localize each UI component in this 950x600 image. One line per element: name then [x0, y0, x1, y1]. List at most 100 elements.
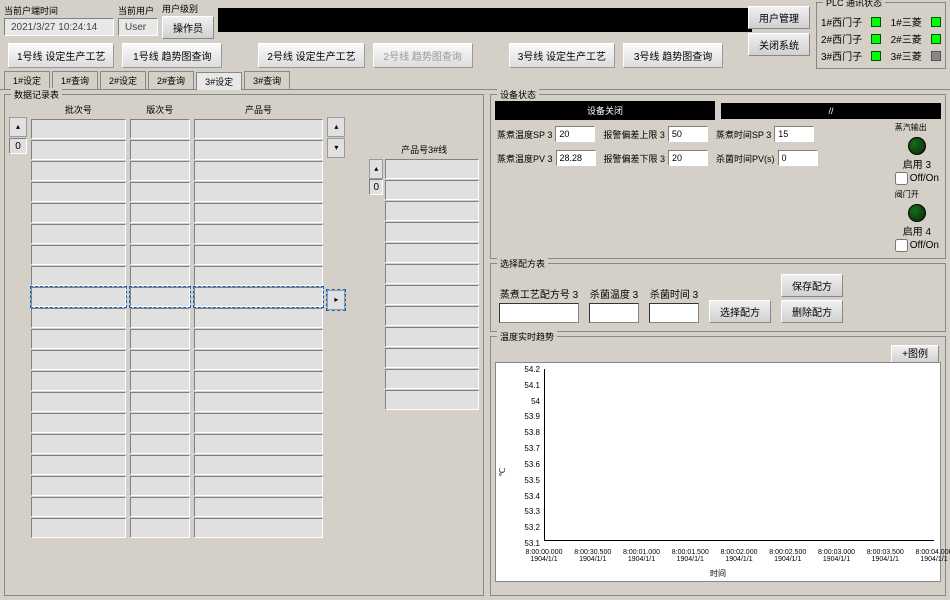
sub-index[interactable]: [369, 179, 383, 195]
table-cell[interactable]: [130, 287, 190, 307]
table-cell[interactable]: [194, 497, 324, 517]
table-cell[interactable]: [130, 371, 190, 391]
table-cell[interactable]: [194, 140, 324, 160]
sub-up[interactable]: ▴: [369, 159, 383, 179]
table-cell[interactable]: [385, 159, 479, 179]
table-cell[interactable]: [194, 350, 324, 370]
table-cell[interactable]: [385, 201, 479, 221]
table-cell[interactable]: [130, 245, 190, 265]
led-4-toggle[interactable]: Off/On: [895, 239, 939, 252]
table-cell[interactable]: [31, 329, 126, 349]
table-cell[interactable]: [31, 392, 126, 412]
table-cell[interactable]: [130, 455, 190, 475]
table-cell[interactable]: [130, 161, 190, 181]
param-input[interactable]: [556, 150, 596, 166]
table-cell[interactable]: [130, 140, 190, 160]
table-cell[interactable]: [385, 348, 479, 368]
table-cell[interactable]: [31, 518, 126, 538]
table-cell[interactable]: [130, 182, 190, 202]
table-cell[interactable]: [31, 119, 126, 139]
table-cell[interactable]: [130, 203, 190, 223]
col3-sel[interactable]: ▸: [327, 290, 345, 310]
nav-line1-set[interactable]: 1号线 设定生产工艺: [8, 43, 114, 68]
table-cell[interactable]: [31, 245, 126, 265]
table-cell[interactable]: [385, 264, 479, 284]
nav-line2-trend[interactable]: 2号线 趋势图查询: [373, 43, 473, 68]
delete-recipe-button[interactable]: 删除配方: [781, 300, 843, 323]
table-cell[interactable]: [194, 308, 324, 328]
table-cell[interactable]: [31, 287, 126, 307]
table-cell[interactable]: [194, 182, 324, 202]
user-mgmt-button[interactable]: 用户管理: [748, 6, 810, 29]
table-cell[interactable]: [130, 308, 190, 328]
recipe-input-2[interactable]: [589, 303, 639, 323]
table-cell[interactable]: [194, 119, 324, 139]
param-input[interactable]: [778, 150, 818, 166]
table-cell[interactable]: [31, 161, 126, 181]
tab-2-set[interactable]: 2#设定: [100, 71, 146, 89]
param-input[interactable]: [668, 126, 708, 142]
table-cell[interactable]: [31, 434, 126, 454]
table-cell[interactable]: [385, 390, 479, 410]
table-cell[interactable]: [385, 285, 479, 305]
table-cell[interactable]: [385, 243, 479, 263]
nav-line3-set[interactable]: 3号线 设定生产工艺: [509, 43, 615, 68]
table-cell[interactable]: [130, 518, 190, 538]
checkbox-4[interactable]: [895, 239, 908, 252]
table-cell[interactable]: [194, 413, 324, 433]
table-cell[interactable]: [31, 266, 126, 286]
index-up[interactable]: ▴: [9, 117, 27, 137]
select-recipe-button[interactable]: 选择配方: [709, 300, 771, 323]
nav-line1-trend[interactable]: 1号线 趋势图查询: [122, 43, 222, 68]
tab-3-query[interactable]: 3#查询: [244, 71, 290, 89]
nav-line3-trend[interactable]: 3号线 趋势图查询: [623, 43, 723, 68]
nav-line2-set[interactable]: 2号线 设定生产工艺: [258, 43, 364, 68]
param-input[interactable]: [774, 126, 814, 142]
table-cell[interactable]: [194, 434, 324, 454]
recipe-input-1[interactable]: [499, 303, 579, 323]
table-cell[interactable]: [194, 266, 324, 286]
table-cell[interactable]: [130, 476, 190, 496]
table-cell[interactable]: [31, 476, 126, 496]
table-cell[interactable]: [194, 161, 324, 181]
table-cell[interactable]: [194, 476, 324, 496]
param-input[interactable]: [555, 126, 595, 142]
table-cell[interactable]: [385, 180, 479, 200]
table-cell[interactable]: [31, 224, 126, 244]
table-cell[interactable]: [194, 455, 324, 475]
table-cell[interactable]: [31, 350, 126, 370]
table-cell[interactable]: [385, 306, 479, 326]
table-cell[interactable]: [130, 392, 190, 412]
table-cell[interactable]: [194, 392, 324, 412]
save-recipe-button[interactable]: 保存配方: [781, 274, 843, 297]
table-cell[interactable]: [385, 369, 479, 389]
tab-3-set[interactable]: 3#设定: [196, 72, 242, 90]
tab-2-query[interactable]: 2#查询: [148, 71, 194, 89]
recipe-input-3[interactable]: [649, 303, 699, 323]
index-value[interactable]: [9, 138, 27, 154]
col3-up[interactable]: ▴: [327, 117, 345, 137]
table-cell[interactable]: [31, 371, 126, 391]
table-cell[interactable]: [130, 266, 190, 286]
checkbox-3[interactable]: [895, 172, 908, 185]
tab-1-set[interactable]: 1#设定: [4, 71, 50, 89]
table-cell[interactable]: [194, 329, 324, 349]
table-cell[interactable]: [130, 329, 190, 349]
table-cell[interactable]: [31, 182, 126, 202]
close-system-button[interactable]: 关闭系统: [748, 33, 810, 56]
role-button[interactable]: 操作员: [162, 16, 214, 39]
table-cell[interactable]: [194, 245, 324, 265]
table-cell[interactable]: [194, 518, 324, 538]
led-3-toggle[interactable]: Off/On: [895, 172, 939, 185]
table-cell[interactable]: [130, 350, 190, 370]
table-cell[interactable]: [31, 497, 126, 517]
table-cell[interactable]: [31, 455, 126, 475]
table-cell[interactable]: [31, 140, 126, 160]
table-cell[interactable]: [130, 497, 190, 517]
table-cell[interactable]: [194, 371, 324, 391]
table-cell[interactable]: [130, 224, 190, 244]
table-cell[interactable]: [130, 413, 190, 433]
table-cell[interactable]: [194, 203, 324, 223]
col3-down[interactable]: ▾: [327, 138, 345, 158]
table-cell[interactable]: [31, 203, 126, 223]
